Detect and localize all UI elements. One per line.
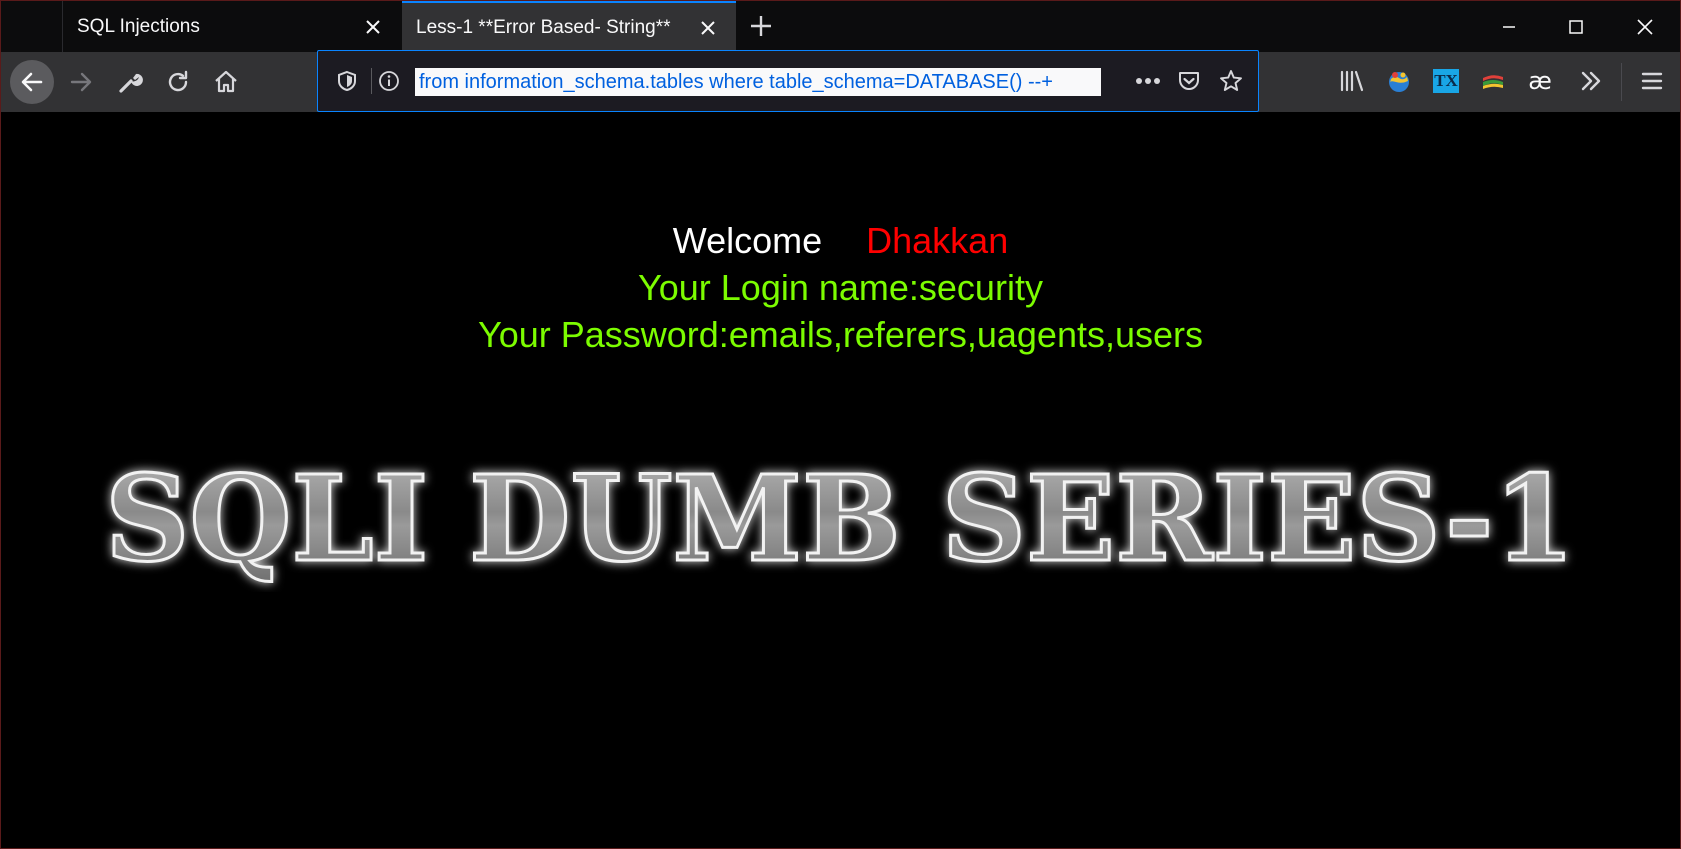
minimize-icon <box>1503 25 1515 28</box>
shield-icon <box>338 70 356 92</box>
sqli-dumb-series-banner: SQLI DUMB SERIES-1 <box>104 448 1577 590</box>
app-menu-button[interactable] <box>1635 64 1669 98</box>
star-icon <box>1220 70 1242 91</box>
close-window-button[interactable] <box>1613 1 1677 52</box>
reload-icon <box>168 70 188 92</box>
library-icon <box>1340 70 1364 92</box>
globe-extension-icon <box>1389 72 1409 92</box>
arrow-left-icon <box>21 72 43 92</box>
close-icon <box>366 19 380 34</box>
site-info-button[interactable] <box>374 66 404 96</box>
library-button[interactable] <box>1335 64 1369 98</box>
tab-less-1[interactable]: Less-1 **Error Based- String** <box>402 1 736 52</box>
tx-extension-icon: TX <box>1433 69 1459 93</box>
tab-title: SQL Injections <box>77 15 200 37</box>
banner-text: SQLI DUMB SERIES-1 <box>105 449 1575 588</box>
info-icon <box>379 71 399 91</box>
pocket-icon <box>1179 72 1199 90</box>
plus-icon <box>751 16 771 36</box>
login-name-text: Your Login name:security <box>638 267 1043 308</box>
minimize-button[interactable] <box>1477 1 1541 52</box>
tab-sql-injections[interactable]: SQL Injections <box>62 1 401 52</box>
new-tab-button[interactable] <box>745 10 777 42</box>
tab-title: Less-1 **Error Based- String** <box>416 16 671 38</box>
reload-button[interactable] <box>156 60 200 104</box>
arrow-right-icon <box>70 72 92 92</box>
welcome-text: Welcome <box>672 220 823 261</box>
tab-strip: SQL Injections Less-1 **Error Based- Str… <box>1 1 1680 52</box>
chevron-double-right-icon <box>1581 71 1601 91</box>
extension-globe-button[interactable] <box>1382 64 1416 98</box>
pocket-button[interactable] <box>1174 66 1204 96</box>
bookmark-button[interactable] <box>1216 66 1246 96</box>
extension-tx-button[interactable]: TX <box>1429 64 1463 98</box>
page-content: Welcome Dhakkan Your Login name:security … <box>1 112 1680 848</box>
close-tab-button[interactable] <box>361 15 385 39</box>
welcome-line: Welcome Dhakkan <box>1 220 1680 262</box>
tracking-protection-button[interactable] <box>332 66 362 96</box>
home-button[interactable] <box>204 60 248 104</box>
ae-extension-icon: æ <box>1528 67 1552 95</box>
url-separator <box>371 68 372 94</box>
tools-button[interactable] <box>108 60 152 104</box>
maximize-button[interactable] <box>1544 1 1608 52</box>
back-button[interactable] <box>10 60 54 104</box>
username-text: Dhakkan <box>866 220 1009 261</box>
more-dots-icon <box>1136 78 1160 84</box>
url-input[interactable]: from information_schema.tables where tab… <box>415 68 1101 96</box>
home-icon <box>215 70 237 93</box>
extension-flag-button[interactable] <box>1476 64 1510 98</box>
password-text: Your Password:emails,referers,uagents,us… <box>477 314 1203 355</box>
page-actions-button[interactable] <box>1133 66 1163 96</box>
browser-window: SQL Injections Less-1 **Error Based- Str… <box>0 0 1681 849</box>
wrench-icon <box>119 73 143 93</box>
toolbar-divider <box>1621 63 1622 101</box>
hamburger-menu-icon <box>1641 72 1663 90</box>
url-bar[interactable]: from information_schema.tables where tab… <box>317 50 1259 112</box>
close-icon <box>1637 18 1653 35</box>
forward-button[interactable] <box>59 60 103 104</box>
close-icon <box>701 20 715 35</box>
overflow-menu-button[interactable] <box>1574 64 1608 98</box>
maximize-icon <box>1569 19 1583 34</box>
flag-extension-icon <box>1483 75 1503 89</box>
close-tab-button[interactable] <box>696 16 720 40</box>
extension-ae-button[interactable]: æ <box>1523 64 1557 98</box>
